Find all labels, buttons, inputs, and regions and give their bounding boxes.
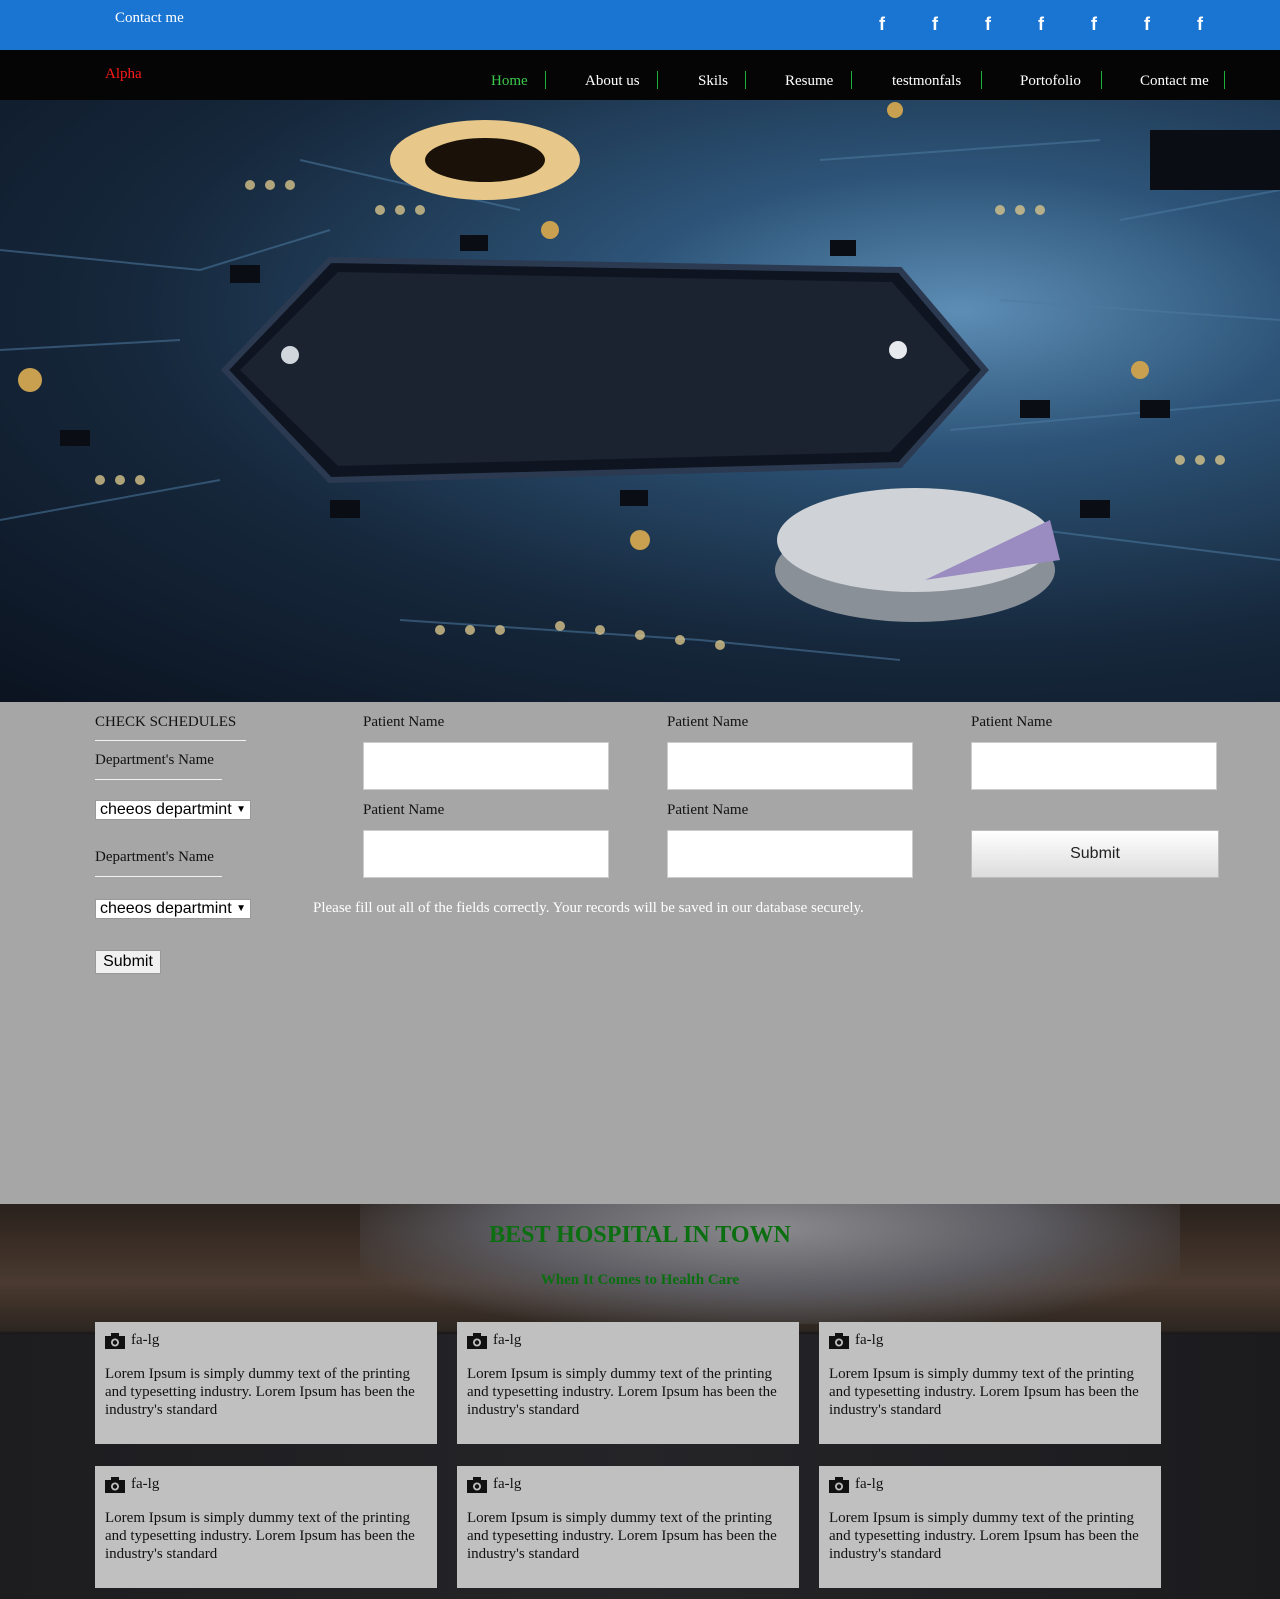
- department-select-value: cheeos departmint: [100, 900, 232, 917]
- dropdown-arrow-icon: ▼: [236, 804, 246, 815]
- camera-icon: [829, 1477, 849, 1493]
- card-caption: fa-lg: [855, 1332, 884, 1348]
- camera-icon: [467, 1333, 487, 1349]
- hero-circuit-image: [0, 100, 1280, 702]
- schedule-section: CHECK SCHEDULES Department's Name cheeos…: [0, 702, 1280, 1204]
- facebook-icon[interactable]: f: [1190, 13, 1210, 35]
- feature-card: fa-lg Lorem Ipsum is simply dummy text o…: [819, 1466, 1161, 1588]
- camera-icon: [105, 1477, 125, 1493]
- brand-logo[interactable]: Alpha: [105, 66, 142, 83]
- top-bar: Contact me f f f f f f f: [0, 0, 1280, 50]
- card-caption: fa-lg: [493, 1332, 522, 1348]
- card-caption: fa-lg: [131, 1476, 160, 1492]
- nav-item-about[interactable]: About us: [585, 72, 640, 90]
- feature-card: fa-lg Lorem Ipsum is simply dummy text o…: [95, 1322, 437, 1444]
- department-select-value: cheeos departmint: [100, 801, 232, 818]
- facebook-icon[interactable]: f: [1137, 13, 1157, 35]
- camera-icon: [467, 1477, 487, 1493]
- feature-card: fa-lg Lorem Ipsum is simply dummy text o…: [457, 1322, 799, 1444]
- patient-submit-button[interactable]: Submit: [971, 830, 1219, 878]
- nav-separator: [1224, 71, 1225, 89]
- card-text: Lorem Ipsum is simply dummy text of the …: [829, 1366, 1139, 1418]
- patient-name-label: Patient Name: [667, 802, 749, 818]
- nav-separator: [657, 71, 658, 89]
- schedule-submit-button[interactable]: Submit: [95, 950, 161, 974]
- nav-item-contact[interactable]: Contact me: [1140, 72, 1209, 90]
- feature-card: fa-lg Lorem Ipsum is simply dummy text o…: [95, 1466, 437, 1588]
- patient-name-input[interactable]: [363, 830, 609, 878]
- card-caption: fa-lg: [493, 1476, 522, 1492]
- label-underline: [95, 779, 222, 780]
- form-note: Please fill out all of the fields correc…: [313, 900, 864, 916]
- nav-separator: [545, 71, 546, 89]
- nav-item-skills[interactable]: Skils: [698, 72, 728, 90]
- card-text: Lorem Ipsum is simply dummy text of the …: [829, 1510, 1139, 1562]
- label-underline: [95, 876, 222, 877]
- nav-separator: [1101, 71, 1102, 89]
- nav-item-resume[interactable]: Resume: [785, 72, 833, 90]
- department-label: Department's Name: [95, 849, 214, 865]
- main-nav: Alpha Home About us Skils Resume testmon…: [0, 50, 1280, 100]
- camera-icon: [829, 1333, 849, 1349]
- card-caption: fa-lg: [855, 1476, 884, 1492]
- facebook-icon[interactable]: f: [1031, 13, 1051, 35]
- nav-item-portfolio[interactable]: Portofolio: [1020, 72, 1081, 90]
- department-label: Department's Name: [95, 752, 214, 768]
- facebook-icon[interactable]: f: [978, 13, 998, 35]
- nav-item-testimonials[interactable]: testmonfals: [892, 72, 961, 90]
- check-schedules-heading: CHECK SCHEDULES: [95, 714, 237, 730]
- facebook-icon[interactable]: f: [925, 13, 945, 35]
- patient-name-label: Patient Name: [667, 714, 749, 730]
- features-subtitle: When It Comes to Health Care: [540, 1272, 740, 1288]
- nav-item-home[interactable]: Home: [491, 72, 528, 90]
- nav-separator: [745, 71, 746, 89]
- nav-separator: [851, 71, 852, 89]
- card-text: Lorem Ipsum is simply dummy text of the …: [105, 1510, 415, 1562]
- feature-card: fa-lg Lorem Ipsum is simply dummy text o…: [457, 1466, 799, 1588]
- nav-separator: [981, 71, 982, 89]
- dropdown-arrow-icon: ▼: [236, 903, 246, 914]
- top-contact-link[interactable]: Contact me: [115, 10, 184, 27]
- patient-name-label: Patient Name: [971, 714, 1053, 730]
- patient-name-input[interactable]: [971, 742, 1217, 790]
- heading-underline: [95, 740, 246, 741]
- patient-name-input[interactable]: [667, 742, 913, 790]
- patient-name-input[interactable]: [363, 742, 609, 790]
- patient-name-input[interactable]: [667, 830, 913, 878]
- feature-card: fa-lg Lorem Ipsum is simply dummy text o…: [819, 1322, 1161, 1444]
- facebook-icon[interactable]: f: [872, 13, 892, 35]
- facebook-icon[interactable]: f: [1084, 13, 1104, 35]
- department-select[interactable]: cheeos departmint ▼: [95, 800, 251, 820]
- department-select[interactable]: cheeos departmint ▼: [95, 899, 251, 919]
- card-caption: fa-lg: [131, 1332, 160, 1348]
- card-text: Lorem Ipsum is simply dummy text of the …: [105, 1366, 415, 1418]
- camera-icon: [105, 1333, 125, 1349]
- patient-name-label: Patient Name: [363, 714, 445, 730]
- features-title: BEST HOSPITAL IN TOWN: [489, 1222, 791, 1248]
- patient-name-label: Patient Name: [363, 802, 445, 818]
- card-text: Lorem Ipsum is simply dummy text of the …: [467, 1366, 777, 1418]
- features-section: BEST HOSPITAL IN TOWN When It Comes to H…: [0, 1204, 1280, 1599]
- card-text: Lorem Ipsum is simply dummy text of the …: [467, 1510, 777, 1562]
